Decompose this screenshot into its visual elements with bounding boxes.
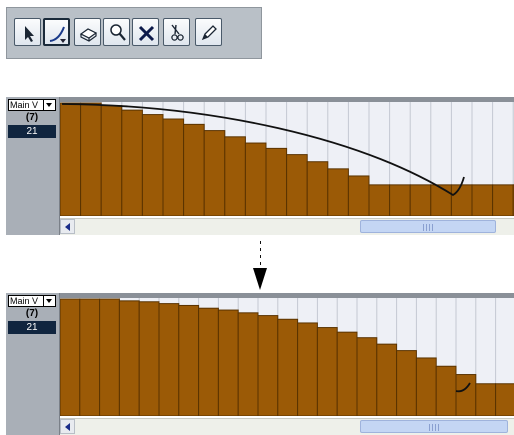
controller-bars (60, 102, 514, 216)
controller-event-bar[interactable] (257, 315, 279, 416)
controller-event-bar[interactable] (162, 118, 185, 216)
controller-event-bar[interactable] (60, 102, 82, 216)
controller-event-bar[interactable] (60, 298, 81, 416)
object-selection-tool[interactable] (14, 18, 41, 46)
controller-event-bar[interactable] (100, 105, 123, 216)
lane-value[interactable]: 21 (8, 125, 56, 138)
lane-value[interactable]: 21 (8, 321, 56, 334)
chevron-down-icon[interactable] (43, 100, 55, 110)
controller-event-bar[interactable] (118, 300, 140, 416)
lane-count: (7) (25, 308, 39, 319)
lane-type-label: Main V (10, 296, 39, 306)
controller-event-bar[interactable] (316, 327, 338, 416)
controller-event-bar[interactable] (224, 136, 246, 216)
scroll-left-button[interactable] (60, 419, 75, 434)
controller-event-bar[interactable] (203, 130, 226, 216)
controller-event-bar[interactable] (80, 102, 102, 216)
transition-dotted-line (260, 241, 261, 271)
scroll-thumb[interactable] (360, 220, 496, 233)
controller-grid[interactable] (60, 97, 514, 216)
controller-event-bar[interactable] (356, 337, 378, 416)
controller-event-bar[interactable] (347, 175, 370, 216)
controller-event-bar[interactable] (198, 307, 219, 416)
controller-event-bar[interactable] (389, 184, 411, 216)
mute-tool[interactable] (132, 18, 159, 46)
controller-event-bar[interactable] (158, 303, 180, 416)
x-icon (138, 25, 155, 42)
controller-event-bar[interactable] (178, 304, 200, 416)
erase-tool[interactable] (74, 18, 101, 46)
controller-event-bar[interactable] (495, 383, 514, 416)
scroll-left-button[interactable] (60, 219, 75, 234)
controller-event-bar[interactable] (475, 383, 497, 416)
controller-lane-before: Main V (7) 21 (6, 97, 514, 235)
controller-event-bar[interactable] (409, 184, 432, 216)
controller-event-bar[interactable] (455, 374, 477, 416)
lane-type-select[interactable]: Main V (8, 295, 56, 307)
controller-event-bar[interactable] (265, 147, 288, 216)
controller-event-bar[interactable] (492, 184, 514, 216)
controller-event-bar[interactable] (217, 309, 239, 416)
controller-event-bar[interactable] (79, 298, 101, 416)
controller-event-bar[interactable] (430, 184, 452, 216)
controller-event-bar[interactable] (141, 114, 164, 216)
magnifier-icon (110, 24, 126, 41)
controller-event-bar[interactable] (327, 168, 349, 216)
grip-icon (429, 424, 439, 431)
chevron-down-icon[interactable] (60, 39, 66, 43)
controller-event-bar[interactable] (183, 123, 205, 216)
controller-event-bar[interactable] (471, 184, 494, 216)
controller-grid[interactable] (60, 293, 514, 416)
scroll-thumb[interactable] (360, 420, 508, 433)
lane-inspector: Main V (7) 21 (6, 293, 60, 435)
down-arrow-icon (253, 268, 267, 290)
eraser-icon (79, 28, 98, 42)
split-tool[interactable] (163, 18, 190, 46)
tool-toolbar (6, 7, 262, 59)
controller-event-bar[interactable] (450, 184, 473, 216)
controller-event-bar[interactable] (297, 322, 318, 416)
curve-line-icon (49, 26, 65, 42)
horizontal-scrollbar[interactable] (60, 218, 514, 235)
arrow-pointer-icon (25, 26, 34, 42)
lane-type-label: Main V (10, 100, 39, 110)
controller-event-bar[interactable] (415, 357, 437, 416)
controller-event-bar[interactable] (435, 365, 457, 416)
horizontal-scrollbar[interactable] (60, 418, 514, 435)
controller-lane-after: Main V (7) 21 (6, 293, 514, 435)
zoom-tool[interactable] (103, 18, 130, 46)
draw-tool[interactable] (195, 18, 222, 46)
chevron-down-icon[interactable] (43, 296, 55, 306)
lane-count: (7) (25, 112, 39, 123)
line-tool[interactable] (43, 18, 70, 46)
controller-bars (60, 298, 514, 416)
controller-event-bar[interactable] (396, 350, 417, 416)
controller-event-bar[interactable] (368, 184, 391, 216)
lane-type-select[interactable]: Main V (8, 99, 56, 111)
controller-event-bar[interactable] (237, 312, 259, 416)
controller-event-bar[interactable] (138, 301, 160, 416)
lane-inspector: Main V (7) 21 (6, 97, 60, 235)
scissors-icon (171, 24, 184, 41)
controller-event-bar[interactable] (277, 318, 299, 416)
controller-event-bar[interactable] (121, 109, 143, 216)
controller-event-bar[interactable] (306, 161, 329, 216)
controller-event-bar[interactable] (99, 298, 120, 416)
grip-icon (423, 224, 433, 231)
controller-event-bar[interactable] (244, 142, 267, 216)
controller-event-bar[interactable] (376, 343, 398, 416)
controller-event-bar[interactable] (286, 154, 308, 216)
pencil-icon (201, 25, 217, 41)
controller-event-bar[interactable] (336, 331, 358, 416)
